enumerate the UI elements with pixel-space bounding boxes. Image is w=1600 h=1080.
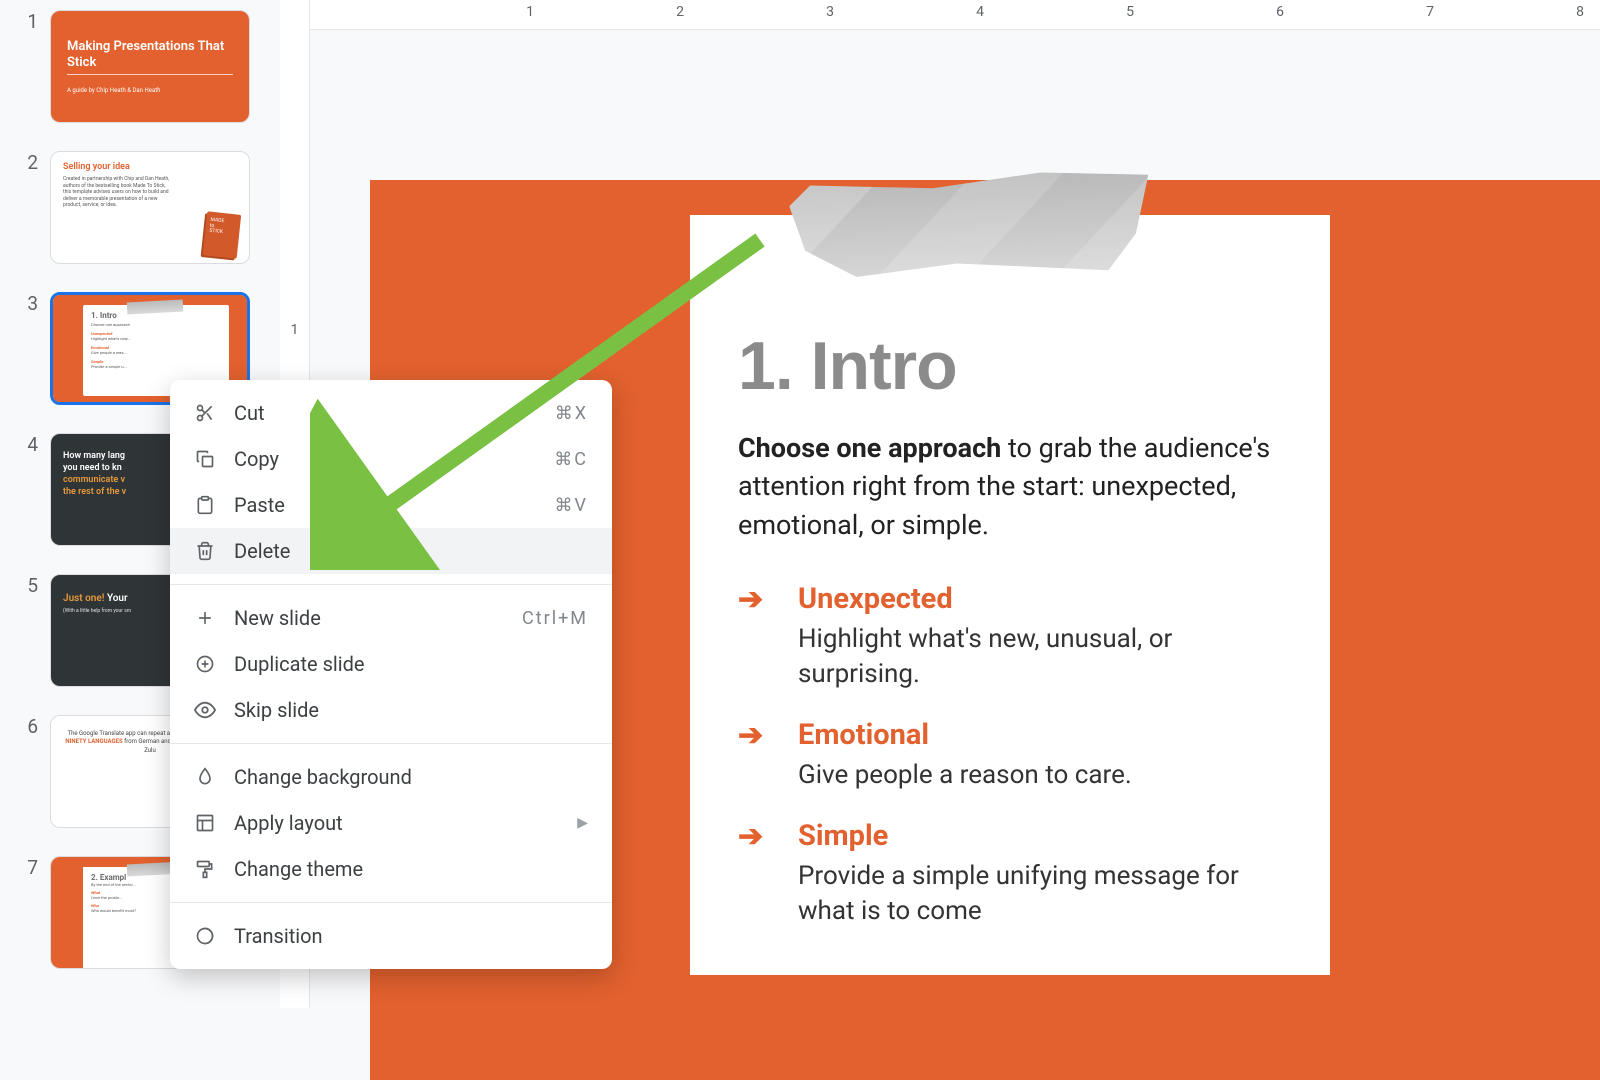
menu-item-delete[interactable]: Delete [170, 528, 612, 574]
layout-icon [190, 813, 220, 833]
menu-item-duplicate-slide[interactable]: Duplicate slide [170, 641, 612, 687]
droplet-icon [190, 767, 220, 787]
paint-roller-icon [190, 859, 220, 879]
menu-item-change-background[interactable]: Change background [170, 754, 612, 800]
chevron-right-icon: ▶ [577, 815, 588, 831]
trash-icon [190, 541, 220, 561]
arrow-icon: ➔ [738, 718, 772, 793]
duplicate-icon [190, 654, 220, 674]
ruler-horizontal: 1 2 3 4 5 6 7 8 [310, 0, 1600, 30]
slide-number: 2 [20, 151, 38, 174]
slide-number: 1 [20, 10, 38, 33]
slide-heading[interactable]: 1. Intro [738, 327, 1282, 405]
clipboard-icon [190, 495, 220, 515]
plus-icon [190, 608, 220, 628]
scissors-icon [190, 403, 220, 423]
slide-lead-text[interactable]: Choose one approach to grab the audience… [738, 429, 1282, 544]
slide-thumbnail-2[interactable]: Selling your idea Created in partnership… [50, 151, 250, 264]
menu-item-skip-slide[interactable]: Skip slide [170, 687, 612, 733]
list-item[interactable]: ➔ Simple Provide a simple unifying messa… [738, 819, 1282, 929]
arrow-icon: ➔ [738, 582, 772, 692]
slide-number: 5 [20, 574, 38, 597]
menu-item-paste[interactable]: Paste ⌘V [170, 482, 612, 528]
copy-icon [190, 449, 220, 469]
slide-number: 7 [20, 856, 38, 879]
list-item[interactable]: ➔ Emotional Give people a reason to care… [738, 718, 1282, 793]
arrow-icon: ➔ [738, 819, 772, 929]
slide-content-card[interactable]: 1. Intro Choose one approach to grab the… [690, 215, 1330, 975]
slide-bullet-list[interactable]: ➔ Unexpected Highlight what's new, unusu… [738, 582, 1282, 929]
list-item[interactable]: ➔ Unexpected Highlight what's new, unusu… [738, 582, 1282, 692]
slide-number: 3 [20, 292, 38, 315]
menu-item-transition[interactable]: Transition [170, 913, 612, 959]
menu-item-apply-layout[interactable]: Apply layout ▶ [170, 800, 612, 846]
slide-number: 4 [20, 433, 38, 456]
menu-item-cut[interactable]: Cut ⌘X [170, 390, 612, 436]
slide-number: 6 [20, 715, 38, 738]
menu-item-copy[interactable]: Copy ⌘C [170, 436, 612, 482]
menu-item-change-theme[interactable]: Change theme [170, 846, 612, 892]
slide-thumbnail-1[interactable]: Making Presentations That Stick A guide … [50, 10, 250, 123]
eye-icon [190, 699, 220, 721]
transition-icon [190, 926, 220, 946]
menu-item-new-slide[interactable]: New slide Ctrl+M [170, 595, 612, 641]
slide-context-menu: Cut ⌘X Copy ⌘C Paste ⌘V Delete New slide… [170, 380, 612, 969]
tape-graphic [788, 169, 1151, 282]
